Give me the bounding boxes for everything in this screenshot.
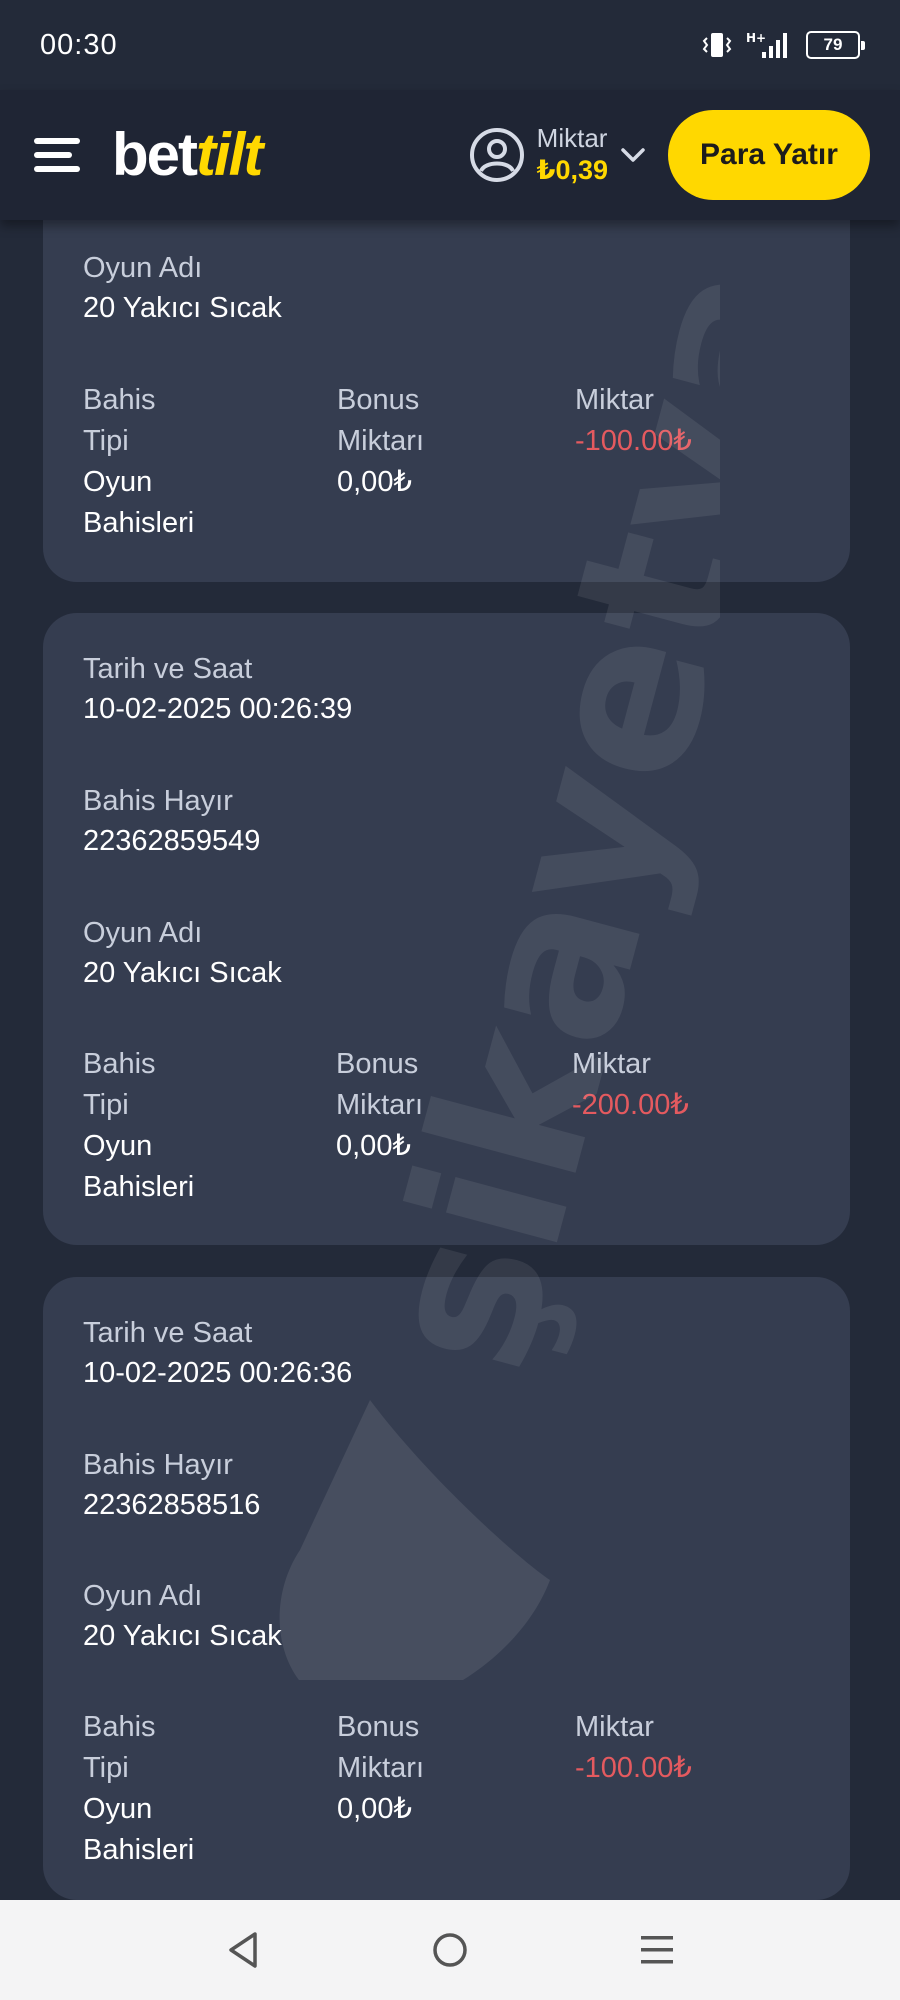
bonus-amount-field: Bonus Miktarı 0,00₺ bbox=[336, 1044, 506, 1167]
date-time-value: 10-02-2025 00:26:39 bbox=[83, 693, 353, 725]
game-name-value: 20 Yakıcı Sıcak bbox=[83, 957, 282, 989]
bonus-amount-field: Bonus Miktarı 0,00₺ bbox=[337, 1707, 507, 1830]
bet-type-value: Oyun Bahisleri bbox=[83, 1793, 195, 1866]
recents-icon[interactable] bbox=[617, 1910, 697, 1990]
game-name-field: Oyun Adı 20 Yakıcı Sıcak bbox=[83, 913, 282, 993]
date-time-label: Tarih ve Saat bbox=[83, 653, 253, 685]
bet-history-list[interactable]: Oyun Adı 20 Yakıcı Sıcak Bahis Tipi Oyun… bbox=[0, 0, 900, 1900]
bet-number-field: Bahis Hayır 22362859549 bbox=[83, 781, 260, 861]
user-avatar-icon bbox=[469, 127, 525, 183]
bet-number-label: Bahis Hayır bbox=[83, 1449, 233, 1481]
date-time-label: Tarih ve Saat bbox=[83, 1317, 253, 1349]
balance-label: Miktar bbox=[536, 123, 608, 154]
home-icon[interactable] bbox=[410, 1910, 490, 1990]
bonus-amount-value: 0,00₺ bbox=[337, 466, 412, 498]
chevron-down-icon bbox=[620, 146, 646, 164]
battery-icon: 79 bbox=[806, 31, 865, 59]
hamburger-menu-icon[interactable] bbox=[34, 138, 82, 172]
bet-number-value: 22362858516 bbox=[83, 1489, 261, 1521]
balance-dropdown[interactable]: Miktar ₺0,39 bbox=[469, 123, 646, 187]
amount-field: Miktar -100.00₺ bbox=[575, 1707, 745, 1789]
back-icon[interactable] bbox=[203, 1910, 283, 1990]
amount-label: Miktar bbox=[575, 384, 654, 416]
game-name-label: Oyun Adı bbox=[83, 1580, 203, 1612]
bet-number-field: Bahis Hayır 22362858516 bbox=[83, 1445, 260, 1525]
bonus-amount-field: Bonus Miktarı 0,00₺ bbox=[337, 380, 507, 503]
bonus-amount-label: Bonus Miktarı bbox=[337, 1711, 424, 1784]
bet-type-value: Oyun Bahisleri bbox=[83, 1130, 195, 1203]
amount-field: Miktar -100.00₺ bbox=[575, 380, 745, 462]
game-name-value: 20 Yakıcı Sıcak bbox=[83, 292, 282, 324]
logo-tilt-text: tilt bbox=[196, 121, 263, 188]
deposit-button[interactable]: Para Yatır bbox=[668, 110, 870, 200]
vibrate-icon bbox=[702, 31, 732, 59]
app-header: bet tilt Miktar ₺0,39 Para Yatır bbox=[0, 90, 900, 220]
game-name-label: Oyun Adı bbox=[83, 917, 203, 949]
bet-card: Oyun Adı 20 Yakıcı Sıcak Bahis Tipi Oyun… bbox=[43, 160, 850, 582]
bet-card: Tarih ve Saat 10-02-2025 00:26:39 Bahis … bbox=[43, 613, 850, 1245]
bet-type-label: Bahis Tipi bbox=[83, 384, 156, 457]
logo-bet-text: bet bbox=[112, 121, 198, 188]
battery-level: 79 bbox=[823, 35, 843, 54]
bonus-amount-value: 0,00₺ bbox=[336, 1130, 411, 1162]
bet-type-label: Bahis Tipi bbox=[83, 1711, 156, 1784]
bet-number-value: 22362859549 bbox=[83, 825, 261, 857]
date-time-field: Tarih ve Saat 10-02-2025 00:26:36 bbox=[83, 1313, 352, 1393]
status-bar: 00:30 H+ 79 bbox=[0, 0, 900, 90]
amount-label: Miktar bbox=[572, 1048, 651, 1080]
balance-value: ₺0,39 bbox=[536, 155, 608, 186]
date-time-value: 10-02-2025 00:26:36 bbox=[83, 1357, 353, 1389]
status-icons: H+ 79 bbox=[702, 30, 865, 60]
amount-value: -100.00₺ bbox=[575, 425, 692, 457]
bet-card: Tarih ve Saat 10-02-2025 00:26:36 Bahis … bbox=[43, 1277, 850, 1900]
game-name-label: Oyun Adı bbox=[83, 252, 203, 284]
bet-number-label: Bahis Hayır bbox=[83, 785, 233, 817]
bonus-amount-value: 0,00₺ bbox=[337, 1793, 412, 1825]
signal-icon: H+ bbox=[746, 30, 792, 60]
amount-value: -100.00₺ bbox=[575, 1752, 692, 1784]
network-type: H+ bbox=[746, 31, 766, 45]
balance-info: Miktar ₺0,39 bbox=[537, 123, 608, 187]
game-name-field: Oyun Adı 20 Yakıcı Sıcak bbox=[83, 248, 282, 328]
amount-value: -200.00₺ bbox=[572, 1089, 689, 1121]
game-name-value: 20 Yakıcı Sıcak bbox=[83, 1620, 282, 1652]
bet-type-field: Bahis Tipi Oyun Bahisleri bbox=[83, 1044, 203, 1208]
system-nav-bar bbox=[0, 1900, 900, 2000]
bet-type-field: Bahis Tipi Oyun Bahisleri bbox=[83, 380, 203, 544]
bet-type-value: Oyun Bahisleri bbox=[83, 466, 195, 539]
bet-type-label: Bahis Tipi bbox=[83, 1048, 156, 1121]
bonus-amount-label: Bonus Miktarı bbox=[337, 384, 424, 457]
status-time: 00:30 bbox=[40, 28, 118, 61]
bonus-amount-label: Bonus Miktarı bbox=[336, 1048, 423, 1121]
date-time-field: Tarih ve Saat 10-02-2025 00:26:39 bbox=[83, 649, 352, 729]
amount-field: Miktar -200.00₺ bbox=[572, 1044, 742, 1126]
amount-label: Miktar bbox=[575, 1711, 654, 1743]
bet-type-field: Bahis Tipi Oyun Bahisleri bbox=[83, 1707, 203, 1871]
game-name-field: Oyun Adı 20 Yakıcı Sıcak bbox=[83, 1576, 282, 1656]
bettilt-logo[interactable]: bet tilt bbox=[112, 121, 263, 188]
